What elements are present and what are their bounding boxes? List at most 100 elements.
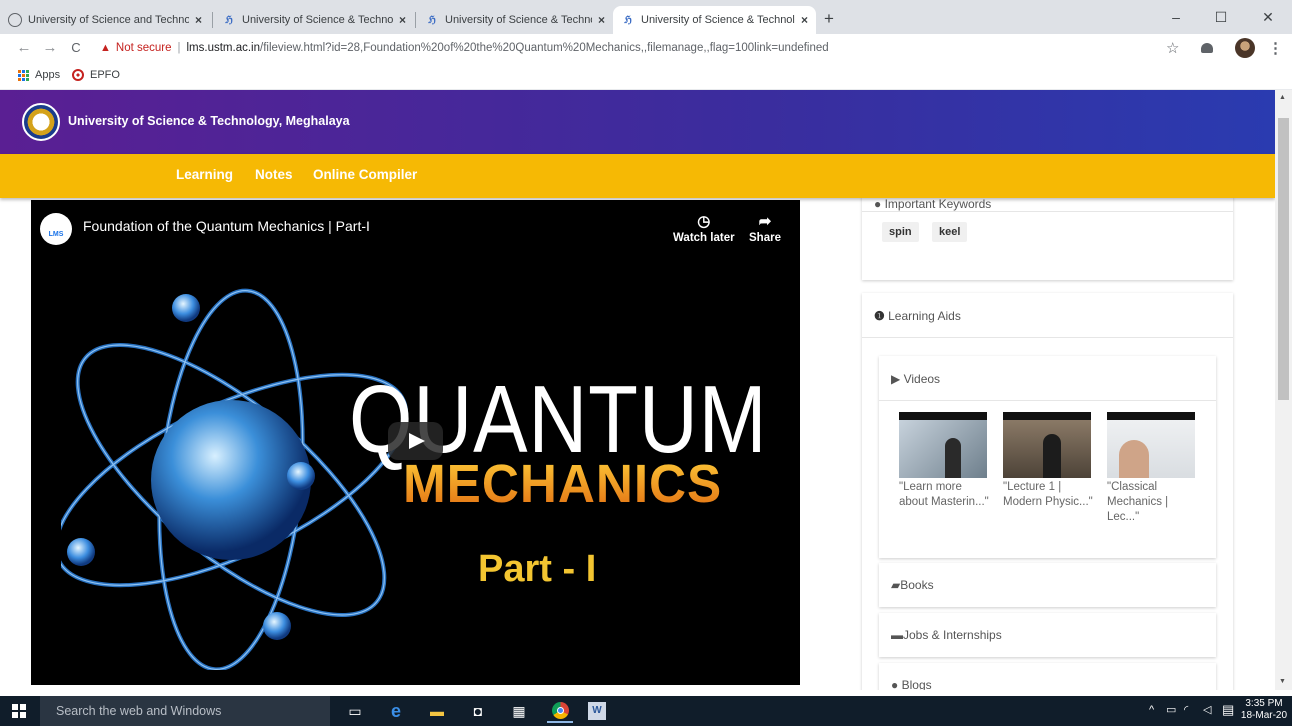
taskbar-search-input[interactable]: Search the web and Windows [40, 696, 330, 726]
university-logo[interactable] [22, 103, 60, 141]
lecturer-figure [1043, 434, 1061, 478]
tab-close-icon[interactable]: × [598, 13, 605, 27]
action-center-icon[interactable]: ▤ [1222, 702, 1234, 718]
channel-logo[interactable]: LMS [40, 213, 72, 245]
maximize-button[interactable]: ☐ [1201, 6, 1241, 28]
store-icon[interactable]: ◘ [465, 699, 491, 723]
task-view-icon[interactable]: ▭ [342, 699, 368, 723]
jobs-section[interactable]: ▬Jobs & Internships [879, 613, 1216, 657]
system-clock[interactable]: 3:35 PM 18-Mar-20 [1240, 698, 1288, 722]
tab-title: University of Science & Technolo [242, 14, 393, 26]
keyword-tag[interactable]: keel [932, 222, 968, 242]
blogs-label: Blogs [901, 678, 932, 690]
apps-grid-icon [18, 69, 29, 81]
play-button[interactable] [388, 422, 443, 460]
jobs-heading: ▬Jobs & Internships [891, 628, 1002, 642]
tray-overflow-icon[interactable]: ^ [1149, 704, 1154, 716]
divider [862, 211, 1233, 212]
share-button[interactable]: ➦ Share [749, 212, 781, 244]
lms-favicon-icon: ℌ [225, 14, 233, 26]
url-host: lms.ustm.ac.in [186, 42, 261, 54]
clock-icon: ◷ [697, 213, 711, 230]
scroll-down-arrow-icon[interactable]: ▼ [1279, 678, 1286, 685]
browser-tab[interactable]: ℌ University of Science & Technolo × [214, 6, 414, 34]
clock-time: 3:35 PM [1245, 698, 1283, 709]
warning-icon: ▲ [100, 42, 111, 54]
books-label: Books [900, 578, 934, 592]
browser-tab-strip: University of Science and Techno × ℌ Uni… [0, 0, 1292, 34]
thumbnail-title-line2: MECHANICS [403, 454, 723, 514]
info-icon: ❶ [874, 309, 885, 323]
video-title[interactable]: Foundation of the Quantum Mechanics | Pa… [83, 218, 370, 234]
divider [862, 337, 1233, 338]
calculator-icon[interactable]: ▦ [506, 699, 532, 723]
tab-title: University of Science & Technolo [641, 14, 795, 26]
chrome-icon[interactable] [547, 699, 573, 723]
scrollbar-thumb[interactable] [1278, 118, 1289, 400]
video-caption[interactable]: "Lecture 1 | Modern Physic..." [1003, 480, 1093, 510]
learning-aids-heading: ❶ Learning Aids [874, 309, 961, 323]
tab-divider [415, 12, 416, 28]
jobs-label: Jobs & Internships [903, 628, 1002, 642]
nav-online-compiler[interactable]: Online Compiler [313, 167, 417, 182]
browser-tab[interactable]: ℌ University of Science & Technolo × [417, 6, 613, 34]
word-icon[interactable]: W [588, 702, 606, 720]
windows-start-icon[interactable] [12, 704, 26, 718]
browser-toolbar: ← → C ▲ Not secure | lms.ustm.ac.in /fil… [0, 34, 1292, 62]
volume-icon[interactable]: ◁ [1203, 703, 1211, 716]
video-thumbnail[interactable] [1107, 412, 1195, 478]
blogs-heading: ● Blogs [891, 678, 932, 690]
bookmark-star-icon[interactable]: ☆ [1166, 39, 1179, 57]
minimize-button[interactable]: – [1156, 6, 1196, 28]
edge-browser-icon[interactable]: e [383, 699, 409, 723]
keywords-heading: ● Important Keywords [874, 197, 991, 211]
security-status[interactable]: Not secure [116, 42, 172, 54]
browser-menu-icon[interactable]: ⋮ [1268, 39, 1283, 57]
new-tab-button[interactable]: + [824, 9, 834, 29]
site-header: University of Science & Technology, Megh… [0, 90, 1275, 154]
nav-learning[interactable]: Learning [176, 167, 233, 182]
nav-notes[interactable]: Notes [255, 167, 293, 182]
battery-icon[interactable]: ▭ [1166, 703, 1176, 716]
clock-date: 18-Mar-20 [1240, 710, 1288, 721]
site-title[interactable]: University of Science & Technology, Megh… [68, 114, 350, 128]
video-thumbnail[interactable] [899, 412, 987, 478]
videos-heading: ▶ Videos [891, 372, 940, 386]
file-explorer-icon[interactable]: ▬ [424, 699, 450, 723]
watch-later-button[interactable]: ◷ Watch later [673, 212, 735, 244]
close-window-button[interactable]: ✕ [1248, 6, 1288, 28]
blogs-section[interactable]: ● Blogs [879, 663, 1216, 690]
taskbar: Search the web and Windows ▭ e ▬ ◘ ▦ W ^… [0, 696, 1292, 726]
keyword-tag[interactable]: spin [882, 222, 919, 242]
scroll-up-arrow-icon[interactable]: ▲ [1279, 94, 1286, 101]
play-icon: ▶ [891, 372, 901, 386]
book-icon: ▰ [891, 578, 901, 592]
tab-close-icon[interactable]: × [801, 13, 808, 27]
forward-button[interactable]: → [40, 37, 60, 59]
browser-tab[interactable]: University of Science and Techno × [0, 6, 210, 34]
extension-icon[interactable] [1201, 43, 1213, 53]
tab-title: University of Science and Techno [28, 14, 189, 26]
video-player[interactable]: QUANTUM MECHANICS Part - I LMS Foundatio… [31, 200, 800, 685]
profile-avatar[interactable] [1235, 38, 1255, 58]
tab-close-icon[interactable]: × [399, 13, 406, 27]
wifi-icon[interactable]: ◜ [1184, 703, 1188, 716]
bookmark-apps[interactable]: Apps [18, 69, 60, 81]
address-bar[interactable]: ▲ Not secure | lms.ustm.ac.in /fileview.… [100, 38, 1180, 58]
bookmark-label: EPFO [90, 69, 120, 81]
video-caption[interactable]: "Classical Mechanics | Lec..." [1107, 480, 1197, 525]
books-heading: ▰Books [891, 578, 934, 592]
browser-tab-active[interactable]: ℌ University of Science & Technolo × [613, 6, 816, 34]
divider [879, 400, 1216, 401]
tab-close-icon[interactable]: × [195, 13, 202, 27]
books-section[interactable]: ▰Books [879, 563, 1216, 607]
lms-favicon-icon: ℌ [428, 14, 436, 26]
bookmark-epfo[interactable]: EPFO [72, 69, 120, 81]
reload-button[interactable]: C [66, 37, 86, 59]
lecturer-figure [1119, 440, 1149, 478]
video-caption[interactable]: "Learn more about Masterin..." [899, 480, 989, 510]
lms-favicon-icon: ℌ [624, 14, 632, 26]
share-label: Share [749, 232, 781, 244]
video-thumbnail[interactable] [1003, 412, 1091, 478]
back-button[interactable]: ← [14, 37, 34, 59]
